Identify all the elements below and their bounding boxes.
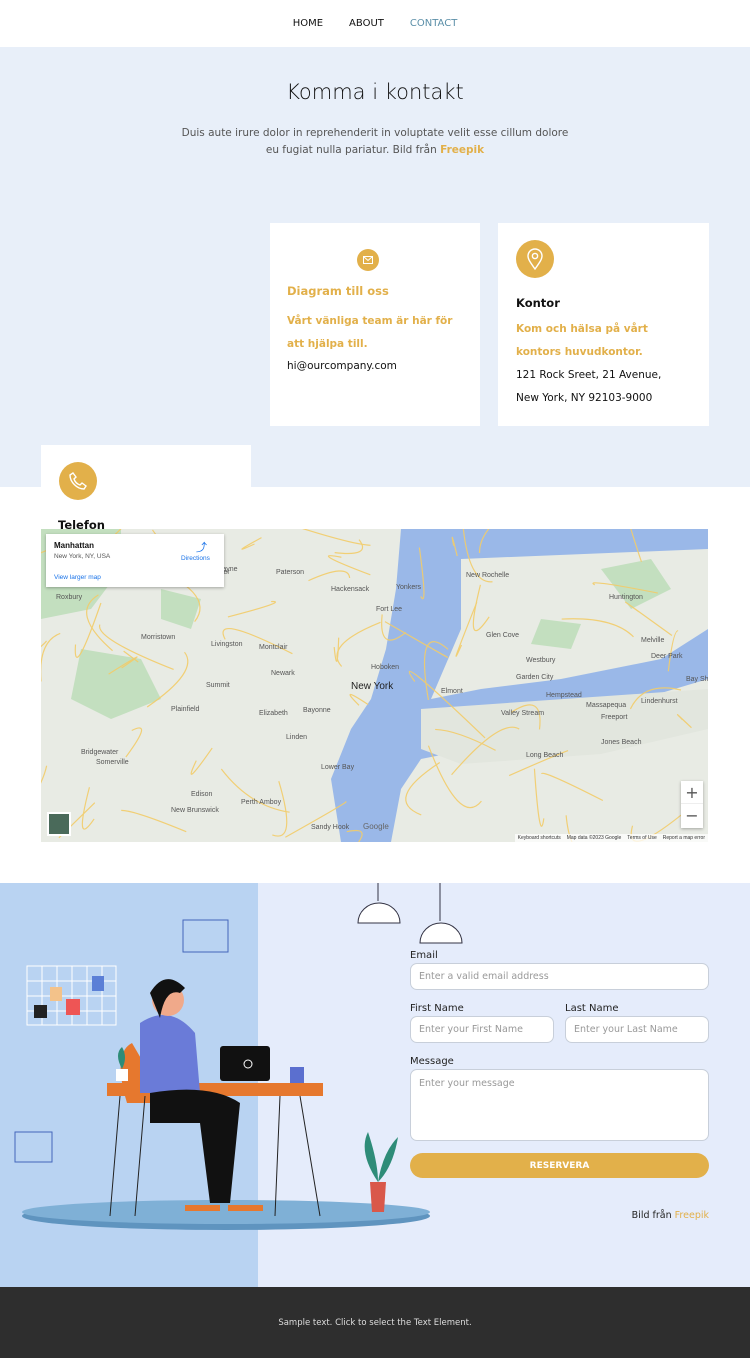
- map-label: Lower Bay: [321, 764, 355, 771]
- map-label: Plainfield: [171, 706, 200, 713]
- map-label: Melville: [641, 637, 664, 644]
- map-label: Elizabeth: [259, 710, 288, 717]
- message-label: Message: [410, 1056, 454, 1067]
- last-name-label: Last Name: [565, 1003, 619, 1014]
- map-label: Roxbury: [56, 594, 83, 601]
- map-label: Hackensack: [331, 586, 370, 593]
- map-label: Perth Amboy: [241, 799, 282, 806]
- map-label: Edison: [191, 791, 213, 798]
- map-label: Jones Beach: [601, 739, 642, 746]
- terms-link[interactable]: Terms of Use: [627, 835, 656, 841]
- map-label: Fort Lee: [376, 606, 402, 613]
- map-label: Yonkers: [396, 584, 422, 591]
- map-label: Huntington: [609, 594, 643, 601]
- email-card-text: Vårt vänliga team är här för att hjälpa …: [287, 315, 453, 350]
- directions-link[interactable]: Directions: [181, 555, 210, 562]
- office-card-title: Kontor: [516, 296, 560, 310]
- map-info-card: Manhattan New York, NY, USA View larger …: [46, 534, 224, 587]
- submit-button[interactable]: RESERVERA: [410, 1153, 709, 1178]
- page-title: Komma i kontakt: [286, 80, 464, 104]
- woman-at-desk-illustration: [14, 883, 463, 1230]
- first-name-input[interactable]: Enter your First Name: [410, 1016, 554, 1043]
- footer: Sample text. Click to select the Text El…: [0, 1287, 750, 1358]
- phone-icon: [59, 462, 97, 500]
- phone-card: Telefon: [41, 445, 251, 535]
- map-label: Hempstead: [546, 692, 582, 699]
- subtitle-text: Duis aute irure dolor in reprehenderit i…: [181, 127, 569, 156]
- map-place-name: Manhattan: [54, 541, 94, 550]
- map-pin-icon: [516, 240, 554, 278]
- freepik-link[interactable]: Freepik: [440, 144, 484, 156]
- map-label: New Rochelle: [466, 572, 509, 579]
- map-label: Westbury: [526, 657, 556, 664]
- envelope-icon: [357, 249, 379, 271]
- last-name-input[interactable]: Enter your Last Name: [565, 1016, 709, 1043]
- map-label: Deer Park: [651, 653, 683, 660]
- map-label: Sandy Hook: [311, 824, 350, 831]
- map-label: Linden: [286, 734, 307, 741]
- office-card-text: Kom och hälsa på vårt kontors huvudkonto…: [516, 323, 648, 358]
- google-logo: Google: [363, 822, 389, 831]
- map-label: New York: [351, 681, 394, 692]
- map-label: Somerville: [96, 759, 129, 766]
- map-label: Glen Cove: [486, 632, 519, 639]
- map-label: Paterson: [276, 569, 304, 576]
- map-label: Lindenhurst: [641, 698, 678, 705]
- zoom-in-button[interactable]: +: [681, 781, 703, 804]
- nav-contact[interactable]: CONTACT: [410, 18, 457, 29]
- map-satellite-toggle[interactable]: [47, 812, 71, 836]
- map-data-text: Map data ©2023 Google: [566, 835, 622, 841]
- message-textarea[interactable]: Enter your message: [410, 1069, 709, 1141]
- email-card: Diagram till oss Vårt vänliga team är hä…: [270, 223, 480, 426]
- zoom-controls: + −: [681, 781, 703, 828]
- map-label: Long Beach: [526, 752, 563, 759]
- embedded-map[interactable]: New York Newark Yonkers Paterson Hackensack F…: [41, 529, 708, 842]
- office-address-line1: 121 Rock Sreet, 21 Avenue,: [516, 369, 662, 381]
- report-error-link[interactable]: Report a map error: [663, 835, 705, 841]
- map-label: Montclair: [259, 644, 288, 651]
- map-place-address: New York, NY, USA: [54, 553, 111, 560]
- first-name-label: First Name: [410, 1003, 464, 1014]
- map-label: Freeport: [601, 714, 628, 721]
- office-card: Kontor Kom och hälsa på vårt kontors huv…: [498, 223, 709, 426]
- credit-text: Bild från: [631, 1210, 672, 1221]
- map-label: Elmont: [441, 688, 463, 695]
- directions-icon[interactable]: ⤴: [196, 539, 207, 555]
- map-label: Massapequa: [586, 702, 626, 709]
- map-label: Bridgewater: [81, 749, 119, 756]
- image-credit: Bild från Freepik: [600, 1210, 709, 1221]
- map-label: Summit: [206, 682, 230, 689]
- map-label: New Brunswick: [171, 807, 219, 814]
- map-label: Valley Stream: [501, 710, 544, 717]
- zoom-out-button[interactable]: −: [681, 804, 703, 827]
- hero-subtitle: Duis aute irure dolor in reprehenderit i…: [180, 125, 570, 159]
- map-attribution: Keyboard shortcuts Map data ©2023 Google…: [514, 834, 708, 842]
- map-label: Bayonne: [303, 707, 331, 714]
- view-larger-map-link[interactable]: View larger map: [54, 574, 101, 581]
- map-label: Garden City: [516, 674, 554, 681]
- office-address-line2: New York, NY 92103-9000: [516, 392, 653, 404]
- keyboard-shortcuts-link[interactable]: Keyboard shortcuts: [518, 835, 561, 841]
- map-label: Morristown: [141, 634, 175, 641]
- map-label: Bay Shore: [686, 676, 708, 683]
- email-input[interactable]: Enter a valid email address: [410, 963, 709, 990]
- map-label: Livingston: [211, 641, 243, 648]
- nav-about[interactable]: ABOUT: [349, 18, 384, 29]
- map-label: Newark: [271, 670, 295, 677]
- email-address[interactable]: hi@ourcompany.com: [287, 355, 397, 378]
- credit-freepik-link[interactable]: Freepik: [675, 1210, 709, 1221]
- map-label: Hoboken: [371, 664, 399, 671]
- footer-text[interactable]: Sample text. Click to select the Text El…: [278, 1318, 471, 1328]
- email-label: Email: [410, 950, 438, 961]
- nav-home[interactable]: HOME: [293, 18, 323, 29]
- email-card-title: Diagram till oss: [287, 284, 389, 298]
- top-nav: HOME ABOUT CONTACT: [0, 0, 750, 47]
